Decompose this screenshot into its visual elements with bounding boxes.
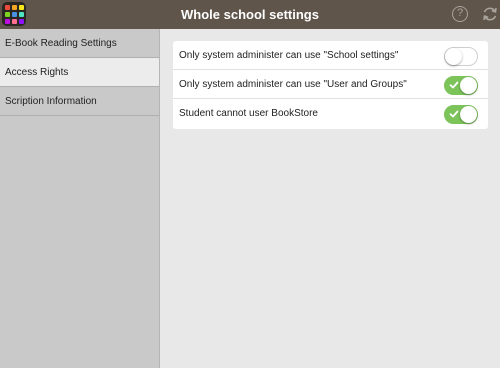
setting-label: Only system administer can use "User and… [179,79,407,90]
check-icon [449,81,459,89]
sidebar-item-access-rights[interactable]: Access Rights [0,58,159,87]
bookstore-toggle[interactable] [444,105,478,124]
sidebar: E-Book Reading Settings Access Rights Sc… [0,29,160,368]
school-settings-toggle[interactable] [444,47,478,66]
setting-row-bookstore: Student cannot user BookStore [173,99,488,128]
sidebar-item-scription-information[interactable]: Scription Information [0,87,159,116]
page-title: Whole school settings [181,7,319,22]
main-panel: Only system administer can use "School s… [160,29,500,368]
setting-label: Only system administer can use "School s… [179,50,399,61]
toggle-knob [460,77,477,94]
toggle-knob [460,106,477,123]
setting-row-user-and-groups: Only system administer can use "User and… [173,70,488,99]
user-and-groups-toggle[interactable] [444,76,478,95]
setting-label: Student cannot user BookStore [179,108,318,119]
toggle-knob [445,48,462,65]
setting-row-school-settings: Only system administer can use "School s… [173,41,488,70]
sidebar-item-ebook-reading-settings[interactable]: E-Book Reading Settings [0,29,159,58]
settings-list: Only system administer can use "School s… [173,41,488,129]
top-bar: Whole school settings ? [0,0,500,29]
refresh-icon[interactable] [481,5,499,23]
check-icon [449,110,459,118]
help-icon[interactable]: ? [452,6,468,22]
